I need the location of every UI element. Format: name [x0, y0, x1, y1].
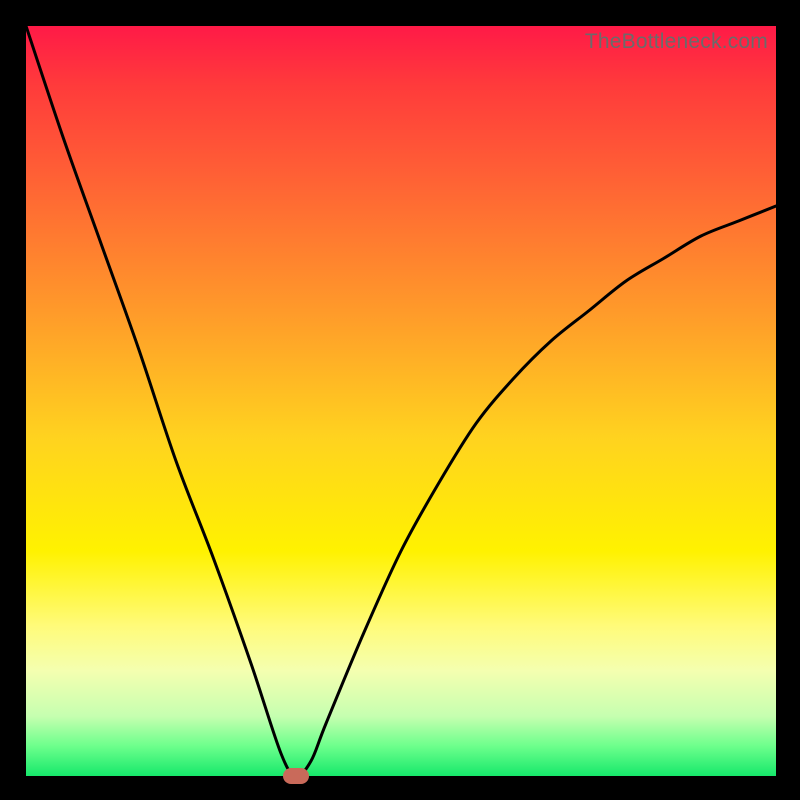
bottleneck-curve — [26, 26, 776, 776]
minimum-marker — [283, 768, 309, 784]
curve-path — [26, 26, 776, 776]
chart-frame: TheBottleneck.com — [0, 0, 800, 800]
plot-area: TheBottleneck.com — [26, 26, 776, 776]
